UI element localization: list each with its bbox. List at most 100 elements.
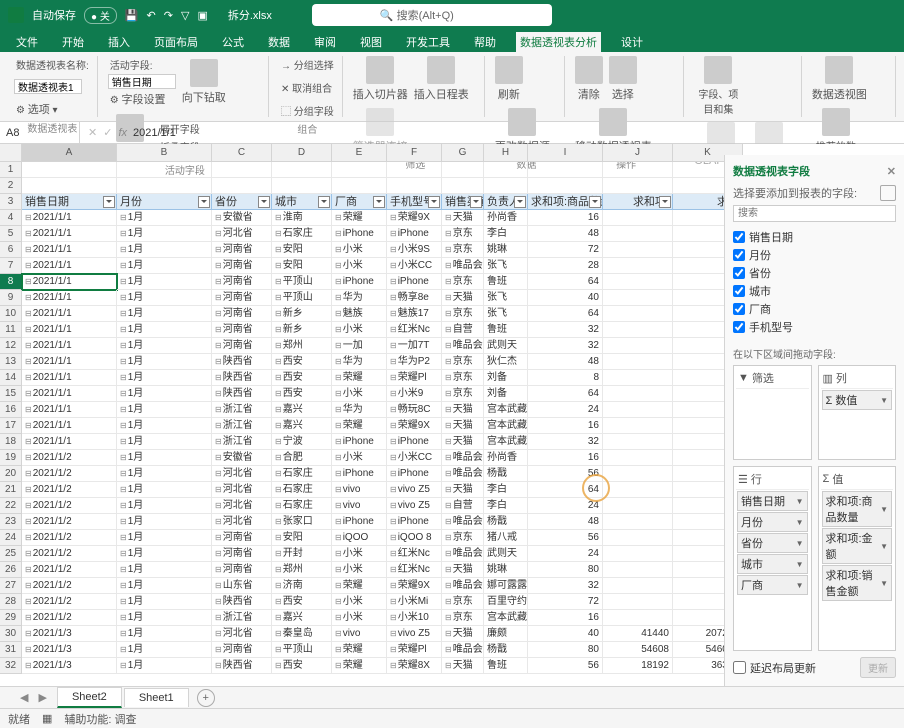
cell[interactable]: ⊟唯品会 xyxy=(442,258,484,274)
cell[interactable]: ⊟合肥 xyxy=(272,450,332,466)
cell[interactable]: 28 xyxy=(528,258,603,274)
cell[interactable]: 月份 xyxy=(117,194,212,210)
cell[interactable]: 24 xyxy=(528,498,603,514)
redo-icon[interactable]: ↷ xyxy=(164,9,173,22)
select-all-corner[interactable] xyxy=(0,144,22,162)
cell[interactable]: ⊟iPhone xyxy=(332,466,387,482)
cell[interactable]: ⊟iPhone xyxy=(387,226,442,242)
tab-file[interactable]: 文件 xyxy=(12,32,42,52)
cell[interactable]: ⊟小米 xyxy=(332,242,387,258)
cell[interactable] xyxy=(332,162,387,178)
cell[interactable]: ⊟红米Nc xyxy=(387,322,442,338)
cell[interactable]: 鲁班 xyxy=(484,274,528,290)
filter-dropdown-icon[interactable] xyxy=(373,196,385,208)
cell[interactable]: ⊟1月 xyxy=(117,578,212,594)
cell[interactable]: ⊟荣耀 xyxy=(332,370,387,386)
cell[interactable]: ⊟山东省 xyxy=(212,578,272,594)
cell[interactable]: 鲁班 xyxy=(484,658,528,674)
col-header-E[interactable]: E xyxy=(332,144,387,162)
tab-view[interactable]: 视图 xyxy=(356,32,386,52)
cell[interactable]: 24 xyxy=(528,546,603,562)
cell[interactable]: ⊟小米 xyxy=(332,386,387,402)
cell[interactable] xyxy=(332,178,387,194)
cell[interactable]: 廉颇 xyxy=(484,626,528,642)
cell[interactable]: ⊟京东 xyxy=(442,274,484,290)
cell[interactable]: ⊟安阳 xyxy=(272,258,332,274)
cell[interactable] xyxy=(603,498,673,514)
cell[interactable]: 64 xyxy=(528,274,603,290)
cell[interactable]: ⊟新乡 xyxy=(272,322,332,338)
drill-down-button[interactable]: 向下钻取 xyxy=(182,59,226,105)
cell[interactable]: 销售日期 xyxy=(22,194,117,210)
cell[interactable]: ⊟1月 xyxy=(117,322,212,338)
cell[interactable]: ⊟畅玩8C xyxy=(387,402,442,418)
cell[interactable]: ⊟天猫 xyxy=(442,562,484,578)
row-header[interactable]: 13 xyxy=(0,354,22,370)
field-item[interactable]: 省份 xyxy=(733,264,896,282)
cell[interactable] xyxy=(212,178,272,194)
cell[interactable]: 32 xyxy=(528,578,603,594)
field-item[interactable]: 销售日期 xyxy=(733,228,896,246)
row-header[interactable]: 19 xyxy=(0,450,22,466)
row-header[interactable]: 11 xyxy=(0,322,22,338)
cell[interactable]: ⊟小米 xyxy=(332,322,387,338)
tab-data[interactable]: 数据 xyxy=(264,32,294,52)
row-header[interactable]: 20 xyxy=(0,466,22,482)
cell[interactable]: ⊟河北省 xyxy=(212,226,272,242)
cell[interactable] xyxy=(603,610,673,626)
cell[interactable] xyxy=(603,594,673,610)
cell[interactable]: 城市 xyxy=(272,194,332,210)
cell[interactable]: ⊟开封 xyxy=(272,546,332,562)
cell[interactable]: ⊟小米 xyxy=(332,610,387,626)
cell[interactable]: ⊟浙江省 xyxy=(212,610,272,626)
cell[interactable]: ⊟2021/1/1 xyxy=(22,226,117,242)
cell[interactable]: ⊟西安 xyxy=(272,594,332,610)
cell[interactable]: ⊟河北省 xyxy=(212,626,272,642)
cell[interactable]: ⊟畅享8e xyxy=(387,290,442,306)
cell[interactable]: ⊟河北省 xyxy=(212,514,272,530)
cell[interactable] xyxy=(387,178,442,194)
cell[interactable]: ⊟2021/1/1 xyxy=(22,242,117,258)
cell[interactable] xyxy=(603,402,673,418)
cell[interactable]: ⊟天猫 xyxy=(442,626,484,642)
cell[interactable]: ⊟1月 xyxy=(117,514,212,530)
camera-icon[interactable]: ▣ xyxy=(197,9,207,22)
cell[interactable]: 厂商 xyxy=(332,194,387,210)
filter-dropdown-icon[interactable] xyxy=(589,196,601,208)
cell[interactable]: 刘备 xyxy=(484,386,528,402)
cell[interactable]: ⊟华为P2 xyxy=(387,354,442,370)
cell[interactable]: ⊟2021/1/3 xyxy=(22,626,117,642)
cell[interactable]: ⊟vivo Z5 xyxy=(387,626,442,642)
cell[interactable]: 40 xyxy=(528,626,603,642)
cell[interactable] xyxy=(117,178,212,194)
col-header-D[interactable]: D xyxy=(272,144,332,162)
cell[interactable]: ⊟安阳 xyxy=(272,242,332,258)
cell[interactable]: ⊟iPhone xyxy=(387,274,442,290)
row-header[interactable]: 5 xyxy=(0,226,22,242)
field-search-input[interactable] xyxy=(733,205,896,222)
row-header[interactable]: 3 xyxy=(0,194,22,210)
cell[interactable]: 64 xyxy=(528,386,603,402)
cell[interactable]: ⊟小米Mi xyxy=(387,594,442,610)
cell[interactable]: ⊟荣耀Pl xyxy=(387,642,442,658)
filter-dropdown-icon[interactable] xyxy=(514,196,526,208)
cell[interactable]: ⊟2021/1/1 xyxy=(22,386,117,402)
cell[interactable]: ⊟宁波 xyxy=(272,434,332,450)
status-macro-icon[interactable]: ▦ xyxy=(42,712,52,725)
cell[interactable]: ⊟天猫 xyxy=(442,418,484,434)
tab-layout[interactable]: 页面布局 xyxy=(150,32,202,52)
cell[interactable]: ⊟iPhone xyxy=(332,274,387,290)
cell[interactable]: ⊟2021/1/2 xyxy=(22,514,117,530)
cell[interactable]: ⊟石家庄 xyxy=(272,482,332,498)
cell[interactable]: ⊟小米 xyxy=(332,562,387,578)
cell[interactable]: 李白 xyxy=(484,226,528,242)
cell[interactable]: ⊟天猫 xyxy=(442,658,484,674)
cell[interactable]: ⊟浙江省 xyxy=(212,418,272,434)
tab-home[interactable]: 开始 xyxy=(58,32,88,52)
cell[interactable] xyxy=(603,546,673,562)
cell[interactable]: ⊟小米CC xyxy=(387,258,442,274)
cell[interactable]: ⊟1月 xyxy=(117,338,212,354)
cell[interactable]: ⊟河南省 xyxy=(212,290,272,306)
cell[interactable]: ⊟唯品会 xyxy=(442,466,484,482)
cell[interactable]: ⊟陕西省 xyxy=(212,386,272,402)
